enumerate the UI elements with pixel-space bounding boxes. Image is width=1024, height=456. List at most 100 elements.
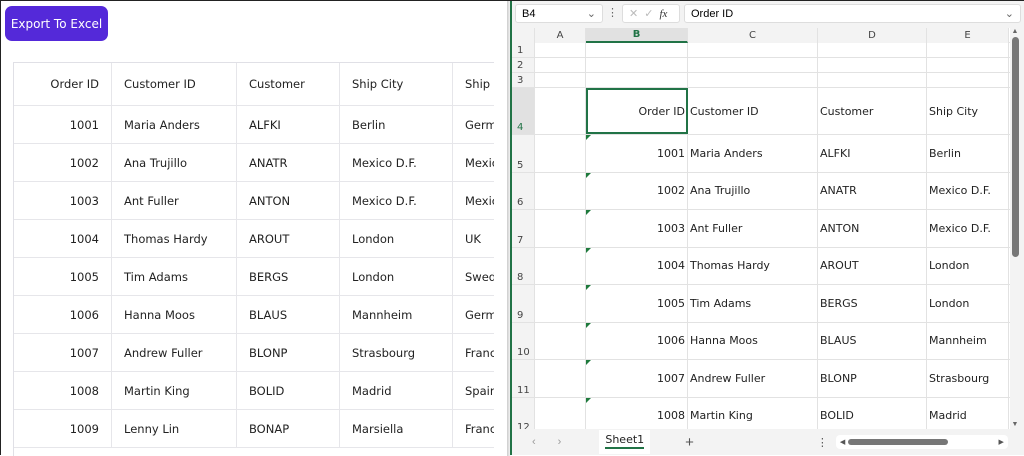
row-header[interactable]: 1 xyxy=(512,43,535,57)
grid-row[interactable]: 1001Maria AndersALFKIBerlinGermany xyxy=(14,106,494,144)
cell[interactable]: Mexico D.F. xyxy=(927,210,1009,247)
cell[interactable]: Order ID xyxy=(586,88,688,134)
column-header[interactable]: D xyxy=(818,28,927,43)
cell[interactable] xyxy=(535,88,586,134)
cell[interactable]: London xyxy=(927,285,1009,322)
cell[interactable] xyxy=(927,58,1009,72)
cell[interactable] xyxy=(535,43,586,57)
grid-cell[interactable]: Ana Trujillo xyxy=(112,144,237,181)
cell[interactable] xyxy=(818,73,927,87)
cell[interactable] xyxy=(927,73,1009,87)
cell[interactable]: 1003 xyxy=(586,210,688,247)
cell[interactable] xyxy=(535,397,586,429)
cell[interactable] xyxy=(535,135,586,172)
grid-cell[interactable]: 1004 xyxy=(14,220,112,257)
row-header[interactable]: 10 xyxy=(512,322,535,359)
cell[interactable]: ALFKI xyxy=(818,135,927,172)
grid-cell[interactable]: 1001 xyxy=(14,106,112,143)
grid-cell[interactable]: Strasbourg xyxy=(340,334,453,371)
cell[interactable] xyxy=(586,73,688,87)
grid-cell[interactable]: AROUT xyxy=(237,220,340,257)
grid-row[interactable]: 1002Ana TrujilloANATRMexico D.F.Mexico xyxy=(14,144,494,182)
cell[interactable]: Ship City xyxy=(927,88,1009,134)
column-header[interactable]: Customer ID xyxy=(112,63,237,105)
cell[interactable] xyxy=(586,43,688,57)
cell[interactable]: 1004 xyxy=(586,247,688,284)
cell[interactable] xyxy=(535,285,586,322)
row-header[interactable]: 3 xyxy=(512,73,535,87)
cell[interactable] xyxy=(535,172,586,209)
grid-cell[interactable]: Mexico D.F. xyxy=(340,144,453,181)
formula-input[interactable]: Order ID ⌄ xyxy=(684,4,1021,23)
cell[interactable]: Hanna Moos xyxy=(688,322,818,359)
grid-cell[interactable]: Germany xyxy=(453,296,494,333)
column-header[interactable]: B xyxy=(586,28,688,43)
cell[interactable]: Ant Fuller xyxy=(688,210,818,247)
cell[interactable]: 1007 xyxy=(586,360,688,397)
grid-cell[interactable]: 1009 xyxy=(14,410,112,447)
cell[interactable] xyxy=(535,360,586,397)
prev-sheet-icon[interactable]: ‹ xyxy=(532,436,536,448)
cell[interactable]: Mannheim xyxy=(927,322,1009,359)
add-sheet-icon[interactable]: + xyxy=(685,434,694,451)
column-header[interactable]: Customer xyxy=(237,63,340,105)
grid-cell[interactable]: Andrew Fuller xyxy=(112,334,237,371)
cell[interactable]: AROUT xyxy=(818,247,927,284)
grid-cell[interactable]: BLAUS xyxy=(237,296,340,333)
cell[interactable]: 1005 xyxy=(586,285,688,322)
cell[interactable] xyxy=(586,58,688,72)
grid-cell[interactable]: ALFKI xyxy=(237,106,340,143)
cell[interactable]: 1001 xyxy=(586,135,688,172)
cell[interactable] xyxy=(535,247,586,284)
cell[interactable]: Tim Adams xyxy=(688,285,818,322)
cell[interactable]: Customer xyxy=(818,88,927,134)
cell[interactable] xyxy=(535,322,586,359)
export-to-excel-button[interactable]: Export To Excel xyxy=(5,6,108,41)
row-header[interactable]: 2 xyxy=(512,58,535,72)
column-header[interactable]: E xyxy=(927,28,1009,43)
grid-cell[interactable]: London xyxy=(340,220,453,257)
row-header[interactable]: 12 xyxy=(512,397,535,429)
cell[interactable]: Berlin xyxy=(927,135,1009,172)
cell[interactable]: BLONP xyxy=(818,360,927,397)
cell[interactable]: Ana Trujillo xyxy=(688,172,818,209)
grid-cell[interactable]: 1006 xyxy=(14,296,112,333)
sheet-tab[interactable]: Sheet1 xyxy=(599,430,651,454)
vertical-scrollbar[interactable]: ▲ ▼ xyxy=(1009,28,1021,428)
grid-cell[interactable]: Mexico xyxy=(453,144,494,181)
grid-cell[interactable]: 1003 xyxy=(14,182,112,219)
grid-row[interactable]: 1008 Martin King BOLID Madrid Spain xyxy=(14,372,494,410)
grid-cell[interactable]: Spain xyxy=(453,372,494,409)
column-header[interactable]: Ship Country xyxy=(453,63,494,105)
grid-cell[interactable]: 1005 xyxy=(14,258,112,295)
grid-row[interactable]: 1003Ant FullerANTONMexico D.F.Mexico xyxy=(14,182,494,220)
name-box[interactable]: B4 ⌄ xyxy=(515,4,603,23)
grid-cell[interactable]: Ant Fuller xyxy=(112,182,237,219)
grid-cell[interactable]: 1002 xyxy=(14,144,112,181)
grid-row[interactable]: 1004 Thomas Hardy AROUT London UK xyxy=(14,220,494,258)
cell[interactable]: Madrid xyxy=(927,397,1009,429)
grid-cell[interactable]: 1008 xyxy=(14,372,112,409)
grid-cell[interactable]: Germany xyxy=(453,106,494,143)
function-icon[interactable]: fx xyxy=(659,8,667,20)
row-header[interactable]: 11 xyxy=(512,360,535,397)
cell[interactable]: BERGS xyxy=(818,285,927,322)
cell[interactable]: 1008 xyxy=(586,397,688,429)
next-sheet-icon[interactable]: › xyxy=(558,436,562,448)
column-header[interactable]: A xyxy=(535,28,586,43)
grid-cell[interactable]: Lenny Lin xyxy=(112,410,237,447)
cell[interactable] xyxy=(818,58,927,72)
cell[interactable]: ANATR xyxy=(818,172,927,209)
grid-cell[interactable]: BOLID xyxy=(237,372,340,409)
cell[interactable]: BLAUS xyxy=(818,322,927,359)
grid-header-row[interactable]: Order ID Customer ID Customer Ship City Ship… xyxy=(14,63,494,106)
column-header[interactable]: C xyxy=(688,28,818,43)
row-header[interactable]: 4 xyxy=(512,88,535,134)
grid-cell[interactable]: Martin King xyxy=(112,372,237,409)
column-header[interactable]: Ship City xyxy=(340,63,453,105)
grid-row[interactable]: 1006Hanna MoosBLAUSMannheimGermany xyxy=(14,296,494,334)
grid-cell[interactable]: 1007 xyxy=(14,334,112,371)
grid-cell[interactable]: Sweden xyxy=(453,258,494,295)
grid-cell[interactable]: BLONP xyxy=(237,334,340,371)
more-icon[interactable]: ⋮ xyxy=(817,436,828,449)
